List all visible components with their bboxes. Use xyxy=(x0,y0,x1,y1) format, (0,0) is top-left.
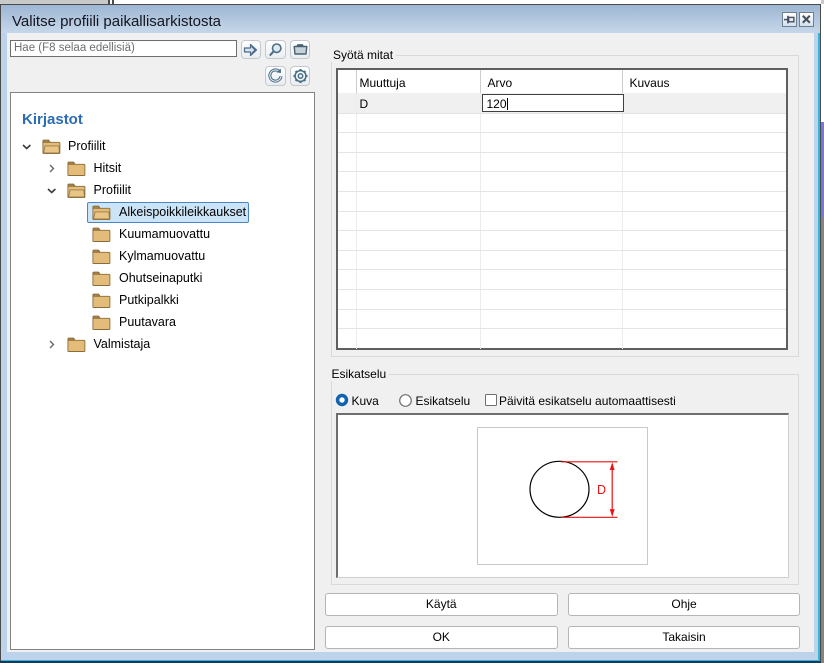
svg-text:D: D xyxy=(597,483,606,497)
